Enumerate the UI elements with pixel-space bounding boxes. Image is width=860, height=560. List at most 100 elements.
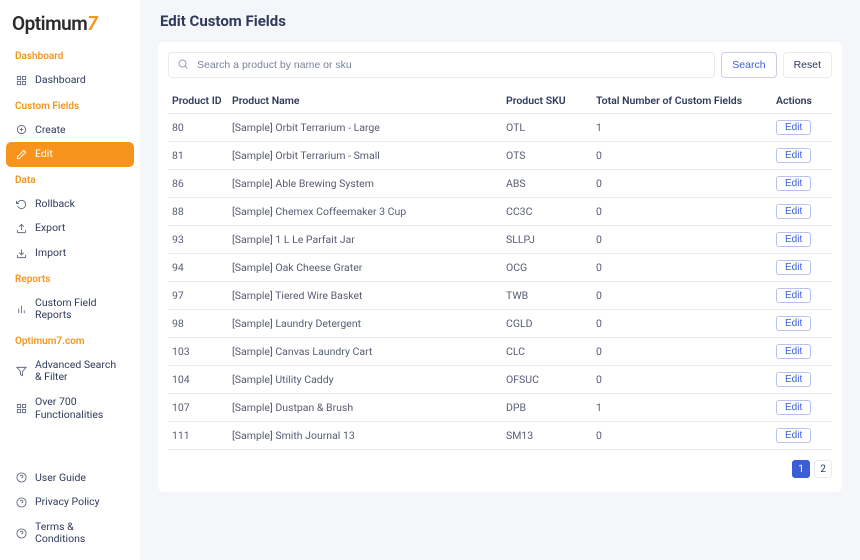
sidebar-item-import[interactable]: Import [0, 241, 140, 266]
sidebar-item-edit[interactable]: Edit [6, 142, 134, 167]
footer-item-label: Privacy Policy [35, 496, 100, 509]
page-button-1[interactable]: 1 [792, 460, 810, 478]
cell-id: 111 [168, 422, 228, 450]
col-custom-field-count: Total Number of Custom Fields [592, 88, 772, 114]
table-row: 93[Sample] 1 L Le Parfait JarSLLPJ0Edit [168, 226, 832, 254]
grid-icon [15, 74, 27, 86]
cell-count: 1 [592, 394, 772, 422]
cell-actions: Edit [772, 198, 832, 226]
reset-button[interactable]: Reset [783, 52, 832, 78]
cell-actions: Edit [772, 226, 832, 254]
search-input[interactable] [195, 58, 706, 72]
cell-count: 0 [592, 338, 772, 366]
cell-count: 0 [592, 254, 772, 282]
sidebar-section-title: Reports [0, 266, 140, 291]
table-row: 107[Sample] Dustpan & BrushDPB1 Edit [168, 394, 832, 422]
cell-id: 103 [168, 338, 228, 366]
help-icon [15, 472, 27, 484]
cell-name: [Sample] Smith Journal 13 [228, 422, 502, 450]
cell-actions: Edit [772, 338, 832, 366]
table-row: 81[Sample] Orbit Terrarium - SmallOTS0Ed… [168, 142, 832, 170]
edit-button[interactable]: Edit [776, 232, 811, 247]
filter-icon [15, 365, 27, 377]
table-row: 80[Sample] Orbit Terrarium - LargeOTL1Ed… [168, 114, 832, 142]
edit-button[interactable]: Edit [776, 288, 811, 303]
cell-name: [Sample] Chemex Coffeemaker 3 Cup [228, 198, 502, 226]
edit-button[interactable]: Edit [776, 400, 811, 415]
products-table: Product ID Product Name Product SKU Tota… [168, 88, 832, 450]
cell-sku: DPB [502, 394, 592, 422]
sidebar-item-label: Custom Field Reports [35, 297, 125, 322]
cell-actions: Edit [772, 254, 832, 282]
cell-actions: Edit [772, 114, 832, 142]
table-row: 103[Sample] Canvas Laundry CartCLC0Edit [168, 338, 832, 366]
sidebar-item-advanced-search-filter[interactable]: Advanced Search & Filter [0, 353, 140, 390]
cell-name: [Sample] Orbit Terrarium - Large [228, 114, 502, 142]
cell-id: 98 [168, 310, 228, 338]
col-actions: Actions [772, 88, 832, 114]
search-box[interactable] [168, 52, 715, 78]
sidebar-item-label: Advanced Search & Filter [35, 359, 125, 384]
cell-actions: Edit [772, 282, 832, 310]
table-row: 97[Sample] Tiered Wire BasketTWB0Edit [168, 282, 832, 310]
search-button[interactable]: Search [721, 52, 776, 78]
edit-button[interactable]: Edit [776, 176, 811, 191]
cell-sku: ABS [502, 170, 592, 198]
edit-button[interactable]: Edit [776, 148, 811, 163]
cell-name: [Sample] Laundry Detergent [228, 310, 502, 338]
cell-name: [Sample] Dustpan & Brush [228, 394, 502, 422]
edit-button[interactable]: Edit [776, 428, 811, 443]
sidebar-section-title: Data [0, 167, 140, 192]
cell-id: 104 [168, 366, 228, 394]
footer-item-user-guide[interactable]: User Guide [0, 466, 140, 491]
cell-count: 0 [592, 198, 772, 226]
pencil-icon [15, 148, 27, 160]
barchart-icon [15, 303, 27, 315]
cell-id: 93 [168, 226, 228, 254]
edit-button[interactable]: Edit [776, 344, 811, 359]
cell-actions: Edit [772, 394, 832, 422]
cell-actions: Edit [772, 366, 832, 394]
table-row: 86[Sample] Able Brewing SystemABS0Edit [168, 170, 832, 198]
cell-name: [Sample] Orbit Terrarium - Small [228, 142, 502, 170]
cell-actions: Edit [772, 170, 832, 198]
cell-name: [Sample] Oak Cheese Grater [228, 254, 502, 282]
help-icon [15, 497, 27, 509]
sidebar-item-rollback[interactable]: Rollback [0, 192, 140, 217]
sidebar-item-over-700-functionalities[interactable]: Over 700 Functionalities [0, 390, 140, 427]
sidebar-item-label: Create [35, 124, 66, 137]
sidebar-item-label: Edit [35, 148, 53, 161]
col-product-sku: Product SKU [502, 88, 592, 114]
sidebar: Optimum7 DashboardDashboardCustom Fields… [0, 0, 140, 560]
cell-actions: Edit [772, 142, 832, 170]
edit-button[interactable]: Edit [776, 120, 811, 135]
cell-id: 94 [168, 254, 228, 282]
footer-item-terms-conditions[interactable]: Terms & Conditions [0, 515, 140, 552]
footer-item-label: User Guide [35, 472, 86, 485]
cell-id: 107 [168, 394, 228, 422]
sidebar-item-label: Export [35, 222, 65, 235]
sidebar-item-create[interactable]: Create [0, 118, 140, 143]
cell-id: 97 [168, 282, 228, 310]
sidebar-item-dashboard[interactable]: Dashboard [0, 68, 140, 93]
cell-sku: OTS [502, 142, 592, 170]
edit-button[interactable]: Edit [776, 260, 811, 275]
sidebar-item-export[interactable]: Export [0, 216, 140, 241]
edit-button[interactable]: Edit [776, 204, 811, 219]
table-row: 111[Sample] Smith Journal 13SM130Edit [168, 422, 832, 450]
sidebar-section-title: Optimum7.com [0, 328, 140, 353]
page-button-2[interactable]: 2 [814, 460, 832, 478]
sidebar-item-label: Over 700 Functionalities [35, 396, 125, 421]
sidebar-item-label: Dashboard [35, 74, 86, 87]
brand-accent: 7 [87, 12, 97, 35]
cell-id: 88 [168, 198, 228, 226]
sidebar-item-custom-field-reports[interactable]: Custom Field Reports [0, 291, 140, 328]
sidebar-item-label: Rollback [35, 198, 75, 211]
edit-button[interactable]: Edit [776, 316, 811, 331]
plus-circle-icon [15, 124, 27, 136]
help-icon [15, 527, 27, 539]
footer-item-privacy-policy[interactable]: Privacy Policy [0, 490, 140, 515]
edit-button[interactable]: Edit [776, 372, 811, 387]
sidebar-section-title: Custom Fields [0, 93, 140, 118]
table-row: 88[Sample] Chemex Coffeemaker 3 CupCC3C0… [168, 198, 832, 226]
